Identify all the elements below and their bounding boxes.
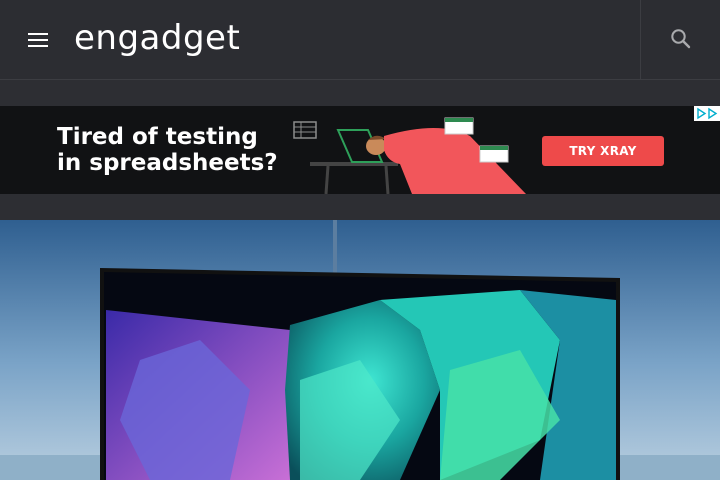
ad-banner[interactable]: Tired of testing in spreadsheets? TRY XR… (0, 106, 720, 194)
ad-headline: Tired of testing in spreadsheets? (57, 124, 278, 176)
search-icon[interactable] (669, 27, 693, 51)
try-xray-button[interactable]: TRY XRAY (542, 136, 664, 166)
site-header: engadget (0, 0, 720, 80)
ad-choices-icon[interactable] (694, 106, 720, 121)
tired-tester-illustration (293, 117, 526, 194)
spreadsheet-icon (293, 121, 317, 139)
ad-headline-line1: Tired of testing (57, 124, 258, 150)
tv-product-image (0, 220, 720, 480)
engadget-logo[interactable]: engadget (74, 18, 240, 58)
ad-headline-line2: in spreadsheets? (57, 150, 278, 176)
hero-image[interactable] (0, 220, 720, 480)
hamburger-menu-icon[interactable] (22, 26, 54, 54)
search-area (640, 0, 720, 79)
